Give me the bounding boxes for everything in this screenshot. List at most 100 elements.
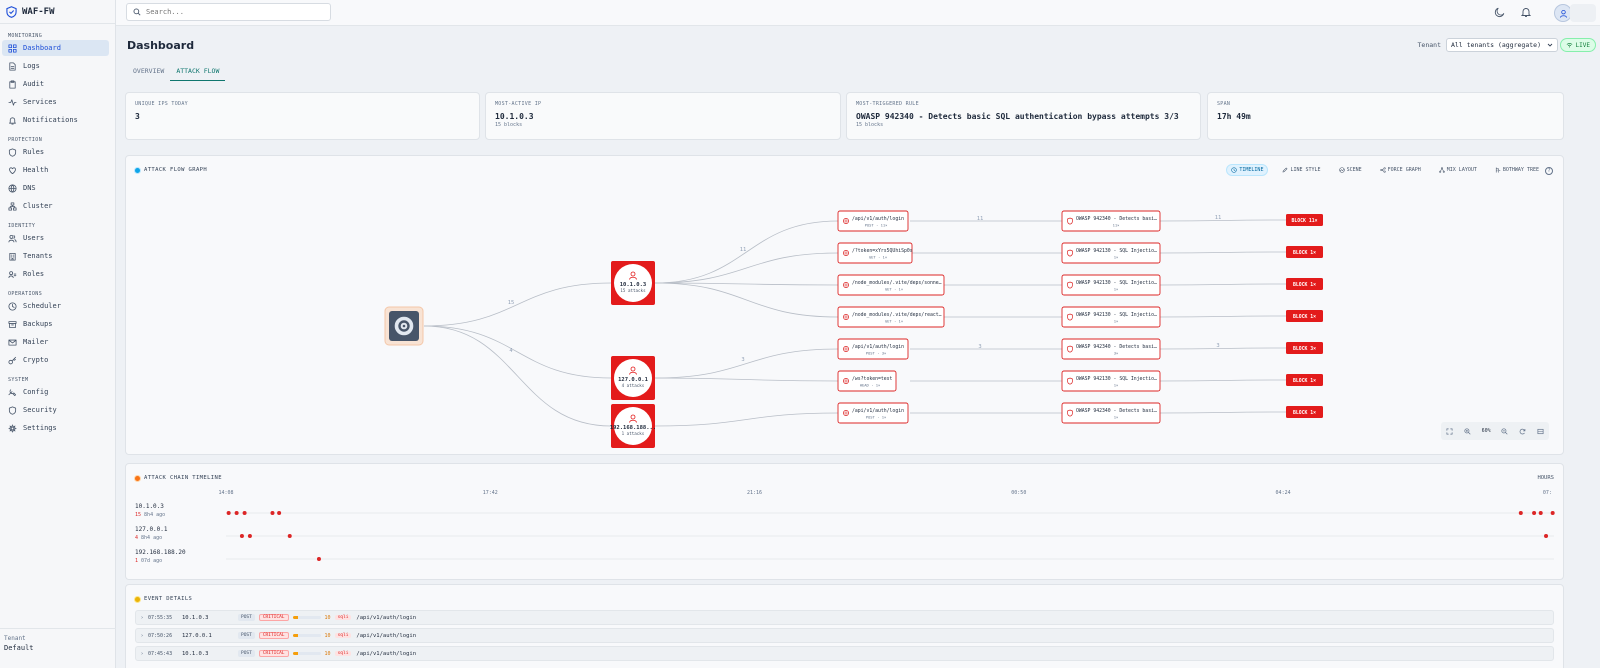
rule-node[interactable]: OWASP 942130 - SQL Injectio…1×: [1061, 370, 1161, 392]
moon-icon[interactable]: [1494, 6, 1506, 18]
live-badge[interactable]: LIVE: [1559, 38, 1596, 52]
path-node[interactable]: /api/v1/auth/loginPOST · 1×: [837, 402, 909, 424]
chevron-right-icon[interactable]: ›: [136, 633, 148, 639]
sidebar-item-scheduler[interactable]: Scheduler: [2, 298, 109, 314]
minimap-icon[interactable]: [1537, 428, 1544, 435]
source-node[interactable]: [384, 306, 424, 346]
sidebar-item-dashboard[interactable]: Dashboard: [2, 40, 109, 56]
attack-flow-canvas[interactable]: 15 4 11 3 11 3 11 3 10.1.0.315 attacks 127.0.0.14…: [126, 156, 1565, 456]
timeline-event-dot[interactable]: [277, 511, 282, 515]
timeline-event-dot[interactable]: [226, 511, 231, 515]
attacker-node[interactable]: 127.0.0.14 attacks: [611, 356, 655, 400]
timeline-event-dot[interactable]: [1532, 511, 1537, 515]
path-node[interactable]: /api/v1/auth/loginPOST · 3×: [837, 338, 909, 360]
event-ip: 10.1.0.3: [182, 614, 209, 621]
timeline-event-dot[interactable]: [1518, 511, 1523, 515]
rule-node[interactable]: OWASP 942340 - Detects basi…1×: [1061, 402, 1161, 424]
rule-node[interactable]: OWASP 942340 - Detects basi…3×: [1061, 338, 1161, 360]
tab-attack-flow[interactable]: ATTACK FLOW: [170, 66, 226, 81]
user-name-blurred[interactable]: [1570, 4, 1596, 22]
chevron-down-icon: [1547, 43, 1553, 47]
event-row[interactable]: › 07:55:35 10.1.0.3 POST CRITICAL 10 sql…: [135, 610, 1554, 625]
timeline-canvas[interactable]: 14:08 17:42 21:16 00:50 04:24 07:: [126, 464, 1565, 581]
block-action-node[interactable]: BLOCK 11×: [1286, 214, 1323, 226]
sidebar-item-mailer[interactable]: Mailer: [2, 334, 109, 350]
sidebar-item-label: Backups: [23, 320, 53, 328]
event-row[interactable]: › 07:50:26 127.0.0.1 POST CRITICAL 10 sq…: [135, 628, 1554, 643]
timeline-event-dot[interactable]: [287, 534, 292, 538]
edge-label: 4: [509, 348, 513, 354]
rule-node[interactable]: OWASP 942130 - SQL Injectio…1×: [1061, 242, 1161, 264]
sidebar-item-cluster[interactable]: Cluster: [2, 198, 109, 214]
sidebar-item-label: DNS: [23, 184, 36, 192]
timeline-event-dot[interactable]: [1550, 511, 1555, 515]
path-node[interactable]: /api/v1/auth/loginPOST · 11×: [837, 210, 909, 232]
sidebar-item-label: Config: [23, 388, 49, 396]
sidebar-tenant[interactable]: Tenant Default: [0, 628, 116, 668]
timeline-event-dot[interactable]: [234, 511, 239, 515]
timeline-event-dot[interactable]: [239, 534, 244, 538]
tenant-select[interactable]: All tenants (aggregate): [1445, 38, 1558, 52]
block-action-node[interactable]: BLOCK 1×: [1286, 374, 1323, 386]
globe-icon: [8, 183, 17, 193]
sidebar-item-config[interactable]: Config: [2, 384, 109, 400]
block-action-node[interactable]: BLOCK 3×: [1286, 342, 1323, 354]
chevron-right-icon[interactable]: ›: [136, 615, 148, 621]
sidebar-item-security[interactable]: Security: [2, 402, 109, 418]
sidebar-item-label: Scheduler: [23, 302, 61, 310]
path-node[interactable]: /?token=xYrs5QUhiSp0sGET · 1×: [837, 242, 913, 264]
sidebar-item-notifications[interactable]: Notifications: [2, 112, 109, 128]
edge-attacker-path: [654, 412, 839, 427]
sidebar-section-title: OPERATIONS: [8, 291, 43, 297]
path-node[interactable]: /node_modules/.vite/deps/react…GET · 1×: [837, 306, 945, 328]
sidebar-item-audit[interactable]: Audit: [2, 76, 109, 92]
rule-node[interactable]: OWASP 942130 - SQL Injectio…1×: [1061, 274, 1161, 296]
sidebar-item-users[interactable]: Users: [2, 230, 109, 246]
sidebar-item-settings[interactable]: Settings: [2, 420, 109, 436]
sidebar-item-health[interactable]: Health: [2, 162, 109, 178]
sidebar-item-dns[interactable]: DNS: [2, 180, 109, 196]
sidebar-item-tenants[interactable]: Tenants: [2, 248, 109, 264]
timeline-event-dot[interactable]: [270, 511, 275, 515]
zoom-out-icon[interactable]: [1501, 427, 1508, 435]
rule-node[interactable]: OWASP 942340 - Detects basi…11×: [1061, 210, 1161, 232]
bell-icon[interactable]: [1520, 6, 1532, 18]
sidebar-item-rules[interactable]: Rules: [2, 144, 109, 160]
event-score-bar: [292, 652, 321, 655]
brand[interactable]: WAF-FW: [0, 0, 115, 24]
chevron-right-icon[interactable]: ›: [136, 651, 148, 657]
search-box[interactable]: [126, 3, 331, 21]
tab-overview[interactable]: OVERVIEW: [127, 66, 170, 81]
timeline-tick-label: 00:50: [1011, 490, 1026, 496]
sidebar-item-backups[interactable]: Backups: [2, 316, 109, 332]
sidebar-item-services[interactable]: Services: [2, 94, 109, 110]
block-action-node[interactable]: BLOCK 1×: [1286, 278, 1323, 290]
timeline-tick-label: 21:16: [747, 490, 762, 496]
timeline-event-dot[interactable]: [316, 557, 321, 561]
search-input[interactable]: [146, 8, 316, 16]
mail-icon: [8, 339, 17, 346]
sidebar-item-logs[interactable]: Logs: [2, 58, 109, 74]
timeline-event-dot[interactable]: [247, 534, 252, 538]
zoom-in-icon[interactable]: [1464, 427, 1471, 435]
path-node[interactable]: /ws?token=testHEAD · 1×: [837, 370, 897, 392]
path-meta: POST · 3×: [866, 351, 887, 356]
timeline-event-dot[interactable]: [242, 511, 247, 515]
path-label: /node_modules/.vite/deps/react…: [852, 312, 942, 318]
block-action-node[interactable]: BLOCK 1×: [1286, 310, 1323, 322]
sidebar-item-crypto[interactable]: Crypto: [2, 352, 109, 368]
timeline-event-dot[interactable]: [1544, 534, 1549, 538]
fullscreen-icon[interactable]: [1446, 428, 1453, 435]
timeline-event-dot[interactable]: [1538, 511, 1543, 515]
attacker-node[interactable]: 192.168.188...1 attacks: [610, 404, 656, 448]
rule-node[interactable]: OWASP 942130 - SQL Injectio…1×: [1061, 306, 1161, 328]
target-center: [402, 324, 406, 328]
path-node[interactable]: /node_modules/.vite/deps/sonne…GET · 1×: [837, 274, 945, 296]
sidebar-item-roles[interactable]: Roles: [2, 266, 109, 282]
block-action-node[interactable]: BLOCK 1×: [1286, 246, 1323, 258]
rule-meta: 1×: [1114, 319, 1119, 324]
refresh-icon[interactable]: [1519, 428, 1526, 435]
attacker-node[interactable]: 10.1.0.315 attacks: [611, 261, 655, 305]
event-row[interactable]: › 07:45:43 10.1.0.3 POST CRITICAL 10 sql…: [135, 646, 1554, 661]
block-action-node[interactable]: BLOCK 1×: [1286, 406, 1323, 418]
